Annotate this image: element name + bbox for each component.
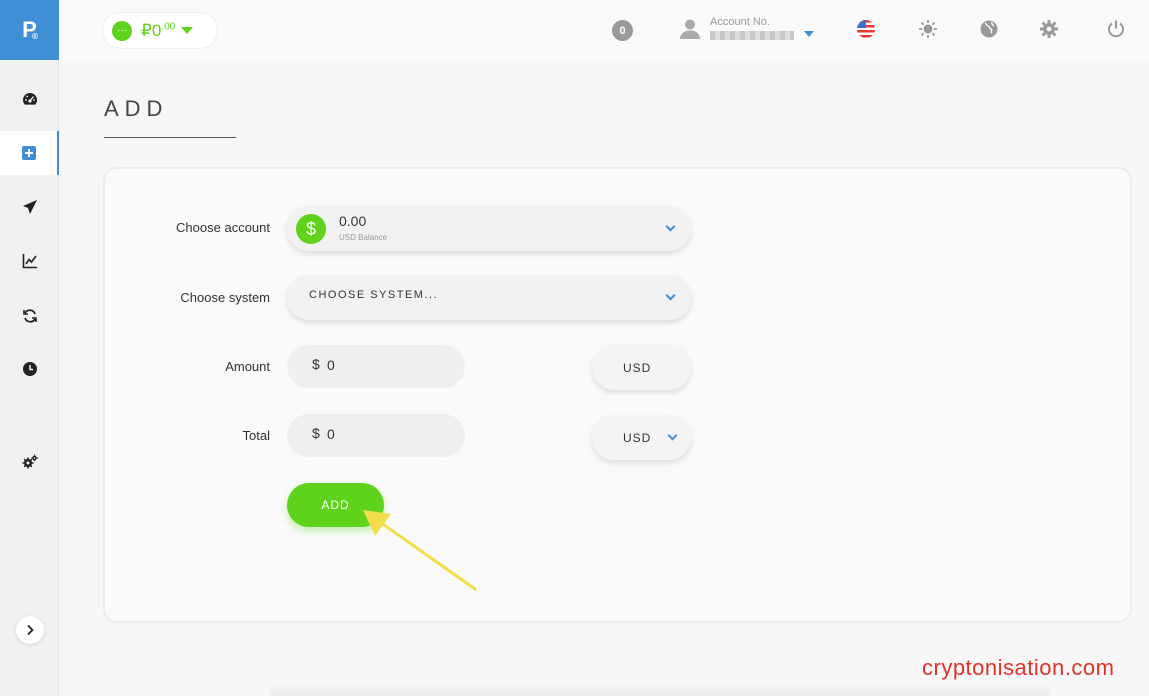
language-button[interactable] — [855, 18, 877, 40]
power-icon — [1108, 20, 1124, 38]
brand-logo[interactable]: P ® — [0, 0, 59, 60]
sidebar-item-dashboard[interactable] — [0, 77, 59, 121]
caret-down-icon — [804, 31, 814, 37]
account-balance-amount: 0.00 — [339, 213, 367, 229]
settings-button[interactable] — [1038, 18, 1060, 40]
page-title: ADD — [104, 96, 169, 121]
chevron-right-icon — [27, 624, 34, 636]
system-placeholder: CHOOSE SYSTEM... — [309, 289, 439, 301]
chart-line-icon — [22, 254, 37, 269]
topbar: ··· ₽0.00 0 Account No. — [59, 0, 1149, 62]
chevron-down-icon — [665, 290, 676, 301]
clock-icon — [22, 362, 37, 376]
theme-toggle-button[interactable] — [917, 18, 939, 40]
paper-plane-icon — [22, 200, 37, 214]
system-select[interactable]: CHOOSE SYSTEM... — [287, 275, 691, 320]
watermark: cryptonisation.com — [922, 655, 1115, 680]
dollar-coin-icon: $ — [296, 214, 326, 244]
account-balance-currency: USD Balance — [339, 233, 388, 242]
account-label: Account No. — [710, 16, 770, 28]
caret-down-icon — [181, 27, 194, 34]
sidebar-item-history[interactable] — [0, 347, 59, 391]
sidebar-item-send[interactable] — [0, 185, 59, 229]
plus-square-icon — [21, 146, 36, 160]
gauge-icon — [22, 93, 37, 105]
notification-badge[interactable]: 0 — [612, 20, 633, 41]
title-underline — [104, 137, 236, 138]
amount-input[interactable] — [327, 357, 447, 373]
account-select[interactable]: $ 0.00 USD Balance — [287, 206, 691, 251]
amount-currency-sign: $ — [312, 356, 320, 372]
balance-amount: ₽0.00 — [141, 20, 176, 40]
amount-currency-button[interactable]: USD — [592, 345, 691, 390]
sidebar-item-settings[interactable] — [0, 440, 59, 484]
total-field[interactable]: $ — [287, 414, 465, 457]
flag-us-icon — [857, 20, 875, 38]
sidebar-item-exchange[interactable] — [0, 294, 59, 338]
gear-icon — [1040, 20, 1058, 38]
balance-dot-icon: ··· — [112, 20, 132, 41]
refresh-icon — [22, 309, 37, 323]
total-currency-select[interactable]: USD — [592, 415, 691, 460]
sidebar: P ® — [0, 0, 59, 696]
sidebar-item-stats[interactable] — [0, 239, 59, 283]
total-input[interactable] — [327, 426, 447, 442]
choose-account-label: Choose account — [176, 220, 270, 235]
choose-system-label: Choose system — [180, 290, 270, 305]
amount-field[interactable]: $ — [287, 345, 465, 388]
logout-button[interactable] — [1105, 18, 1127, 40]
total-currency-sign: $ — [312, 425, 320, 441]
total-currency-label: USD — [623, 431, 652, 445]
sidebar-collapse-button[interactable] — [16, 616, 44, 644]
chevron-down-icon — [667, 430, 678, 441]
logo-mark: ® — [32, 32, 38, 41]
amount-currency-label: USD — [623, 361, 652, 375]
globe-icon — [980, 20, 998, 38]
bottom-panel-shadow — [270, 682, 1050, 696]
total-label: Total — [242, 428, 270, 443]
account-number-masked — [710, 31, 794, 40]
balance-dropdown[interactable]: ··· ₽0.00 — [102, 12, 218, 49]
user-icon — [680, 19, 700, 39]
amount-label: Amount — [225, 359, 270, 374]
sun-icon — [919, 20, 937, 38]
gears-icon — [22, 454, 38, 469]
sidebar-item-add[interactable] — [0, 131, 59, 175]
annotation-arrow-icon — [363, 510, 477, 591]
account-dropdown[interactable]: Account No. — [679, 14, 819, 48]
globe-button[interactable] — [978, 18, 1000, 40]
chevron-down-icon — [665, 221, 676, 232]
